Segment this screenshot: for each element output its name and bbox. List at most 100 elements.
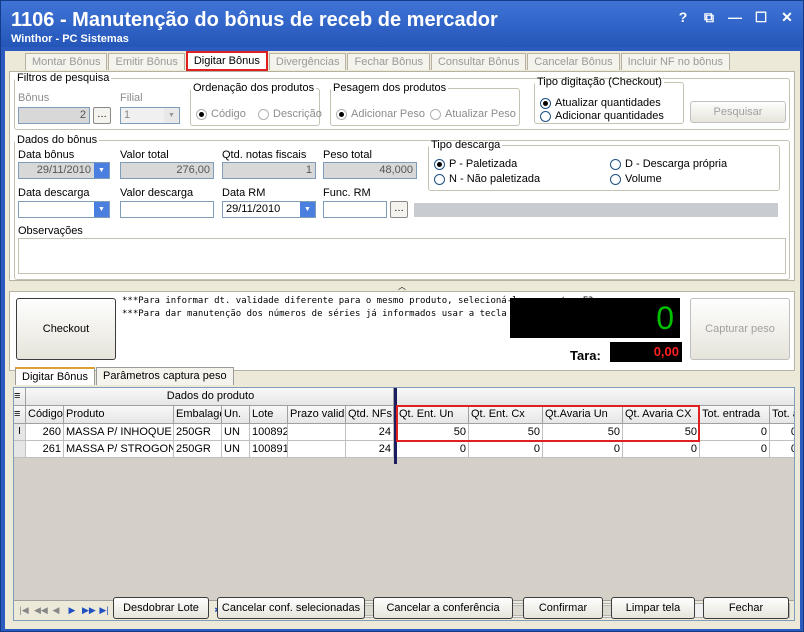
func-rm-search-button[interactable]: … bbox=[390, 201, 408, 218]
group-header: Dados do produto bbox=[26, 388, 394, 406]
table-cell[interactable]: 0 bbox=[397, 441, 469, 458]
cancelar-conferencia-button[interactable]: Cancelar a conferência bbox=[373, 597, 513, 619]
col-lote[interactable]: Lote bbox=[250, 406, 288, 424]
limpar-tela-button[interactable]: Limpar tela bbox=[611, 597, 695, 619]
table-cell[interactable]: MASSA P/ INHOQUE bbox=[64, 424, 174, 441]
tipo-descarga-legend: Tipo descarga bbox=[431, 139, 501, 151]
table-cell[interactable]: 0 bbox=[469, 441, 543, 458]
col-embalagem[interactable]: Embalage bbox=[174, 406, 222, 424]
chevron-down-icon: ▼ bbox=[164, 108, 179, 123]
peso-total-label: Peso total bbox=[323, 149, 372, 161]
close-button[interactable]: ✕ bbox=[779, 9, 795, 25]
grid-menu-icon[interactable]: ≡ bbox=[14, 388, 26, 406]
table-cell[interactable]: 100892 bbox=[250, 424, 288, 441]
bonus-input[interactable]: 2 bbox=[18, 107, 90, 124]
next-page-icon[interactable]: ▶▶ bbox=[82, 604, 96, 616]
nao-paletizada-radio[interactable]: N - Não paletizada bbox=[434, 173, 540, 185]
first-record-icon[interactable]: |◀ bbox=[18, 604, 30, 616]
table-cell[interactable]: UN bbox=[222, 424, 250, 441]
table-cell[interactable]: 261 bbox=[26, 441, 64, 458]
atualizar-peso-radio[interactable]: Atualizar Peso bbox=[430, 108, 516, 120]
filial-label: Filial bbox=[120, 92, 143, 104]
tab-fechar-bonus[interactable]: Fechar Bônus bbox=[347, 53, 430, 70]
next-record-icon[interactable]: ▶ bbox=[66, 604, 78, 616]
col-tot-a[interactable]: Tot. a bbox=[770, 406, 794, 424]
restore-icon-button[interactable]: ⧉ bbox=[701, 9, 717, 25]
table-cell[interactable]: MASSA P/ STROGONC bbox=[64, 441, 174, 458]
table-cell[interactable]: 250GR bbox=[174, 424, 222, 441]
last-record-icon[interactable]: ▶| bbox=[98, 604, 110, 616]
atualizar-quantidades-radio[interactable]: Atualizar quantidades bbox=[540, 97, 661, 109]
valor-total-label: Valor total bbox=[120, 149, 169, 161]
desdobrar-lote-button[interactable]: Desdobrar Lote bbox=[113, 597, 209, 619]
client-area: Montar Bônus Emitir Bônus Digitar Bônus … bbox=[5, 51, 800, 629]
row-menu-icon[interactable]: ≡ bbox=[14, 406, 26, 424]
table-cell[interactable]: 0 bbox=[770, 441, 794, 458]
ordenacao-codigo-radio[interactable]: Código bbox=[196, 108, 246, 120]
descarga-propria-radio[interactable]: D - Descarga própria bbox=[610, 158, 727, 170]
row-indicator bbox=[14, 441, 26, 458]
tab-montar-bonus[interactable]: Montar Bônus bbox=[25, 53, 108, 70]
bonus-search-button[interactable]: … bbox=[93, 107, 111, 124]
tab-divergencias[interactable]: Divergências bbox=[268, 53, 347, 70]
tab-digitar-bonus[interactable]: Digitar Bônus bbox=[185, 51, 268, 71]
table-cell[interactable]: 0 bbox=[700, 441, 770, 458]
valor-total-input[interactable]: 276,00 bbox=[120, 162, 214, 179]
capturar-peso-button[interactable]: Capturar peso bbox=[690, 298, 790, 360]
tipo-digitacao-legend: Tipo digitação (Checkout) bbox=[537, 76, 662, 88]
table-cell[interactable]: UN bbox=[222, 441, 250, 458]
tab-emitir-bonus[interactable]: Emitir Bônus bbox=[108, 53, 185, 70]
fechar-button[interactable]: Fechar bbox=[703, 597, 789, 619]
qtd-nf-input[interactable]: 1 bbox=[222, 162, 316, 179]
table-cell[interactable]: 24 bbox=[346, 424, 394, 441]
confirmar-button[interactable]: Confirmar bbox=[523, 597, 603, 619]
ordenacao-descricao-radio[interactable]: Descrição bbox=[258, 108, 322, 120]
table-cell[interactable]: 0 bbox=[700, 424, 770, 441]
table-cell[interactable]: 0 bbox=[770, 424, 794, 441]
volume-radio[interactable]: Volume bbox=[610, 173, 662, 185]
tab-digitar-bonus-grid[interactable]: Digitar Bônus bbox=[15, 367, 96, 385]
col-prazo-valid[interactable]: Prazo valid bbox=[288, 406, 346, 424]
tab-parametros-captura[interactable]: Parâmetros captura peso bbox=[96, 367, 234, 385]
adicionar-quantidades-radio[interactable]: Adicionar quantidades bbox=[540, 110, 664, 122]
checkout-panel: Checkout ***Para informar dt. validade d… bbox=[9, 291, 795, 371]
chevron-down-icon: ▼ bbox=[300, 202, 315, 217]
tab-cancelar-bonus[interactable]: Cancelar Bônus bbox=[527, 53, 620, 70]
table-cell[interactable]: 24 bbox=[346, 441, 394, 458]
data-rm-label: Data RM bbox=[222, 187, 266, 199]
prev-record-icon[interactable]: ◀ bbox=[50, 604, 62, 616]
table-cell[interactable] bbox=[288, 424, 346, 441]
col-qtd-nfs[interactable]: Qtd. NFs bbox=[346, 406, 394, 424]
table-cell[interactable]: 0 bbox=[543, 441, 623, 458]
checkout-button[interactable]: Checkout bbox=[16, 298, 116, 360]
col-un[interactable]: Un. bbox=[222, 406, 250, 424]
filial-select[interactable]: 1 ▼ bbox=[120, 107, 180, 124]
table-cell[interactable]: 100891 bbox=[250, 441, 288, 458]
pesquisar-button[interactable]: Pesquisar bbox=[690, 101, 786, 123]
ordenacao-legend: Ordenação dos produtos bbox=[193, 82, 315, 94]
col-produto[interactable]: Produto bbox=[64, 406, 174, 424]
data-bonus-input[interactable]: 29/11/2010 ▼ bbox=[18, 162, 110, 179]
minimize-button[interactable]: — bbox=[727, 9, 743, 25]
table-cell[interactable] bbox=[288, 441, 346, 458]
tab-consultar-bonus[interactable]: Consultar Bônus bbox=[430, 53, 527, 70]
table-cell[interactable]: 0 bbox=[623, 441, 700, 458]
table-cell[interactable]: 250GR bbox=[174, 441, 222, 458]
func-rm-input[interactable] bbox=[323, 201, 387, 218]
observacoes-textarea[interactable] bbox=[18, 238, 786, 274]
peso-total-input[interactable]: 48,000 bbox=[323, 162, 417, 179]
paletizada-radio[interactable]: P - Paletizada bbox=[434, 158, 517, 170]
table-cell[interactable]: 260 bbox=[26, 424, 64, 441]
maximize-button[interactable]: ☐ bbox=[753, 9, 769, 25]
data-descarga-input[interactable]: ▼ bbox=[18, 201, 110, 218]
col-tot-entrada[interactable]: Tot. entrada bbox=[700, 406, 770, 424]
valor-descarga-input[interactable] bbox=[120, 201, 214, 218]
adicionar-peso-radio[interactable]: Adicionar Peso bbox=[336, 108, 425, 120]
splitter-handle[interactable]: ︿ bbox=[9, 283, 795, 291]
data-rm-input[interactable]: 29/11/2010 ▼ bbox=[222, 201, 316, 218]
prev-page-icon[interactable]: ◀◀ bbox=[34, 604, 48, 616]
help-button[interactable]: ? bbox=[675, 9, 691, 25]
col-codigo[interactable]: Código bbox=[26, 406, 64, 424]
cancelar-conf-selecionadas-button[interactable]: Cancelar conf. selecionadas bbox=[217, 597, 365, 619]
tab-incluir-nf[interactable]: Incluir NF no bônus bbox=[620, 53, 730, 70]
